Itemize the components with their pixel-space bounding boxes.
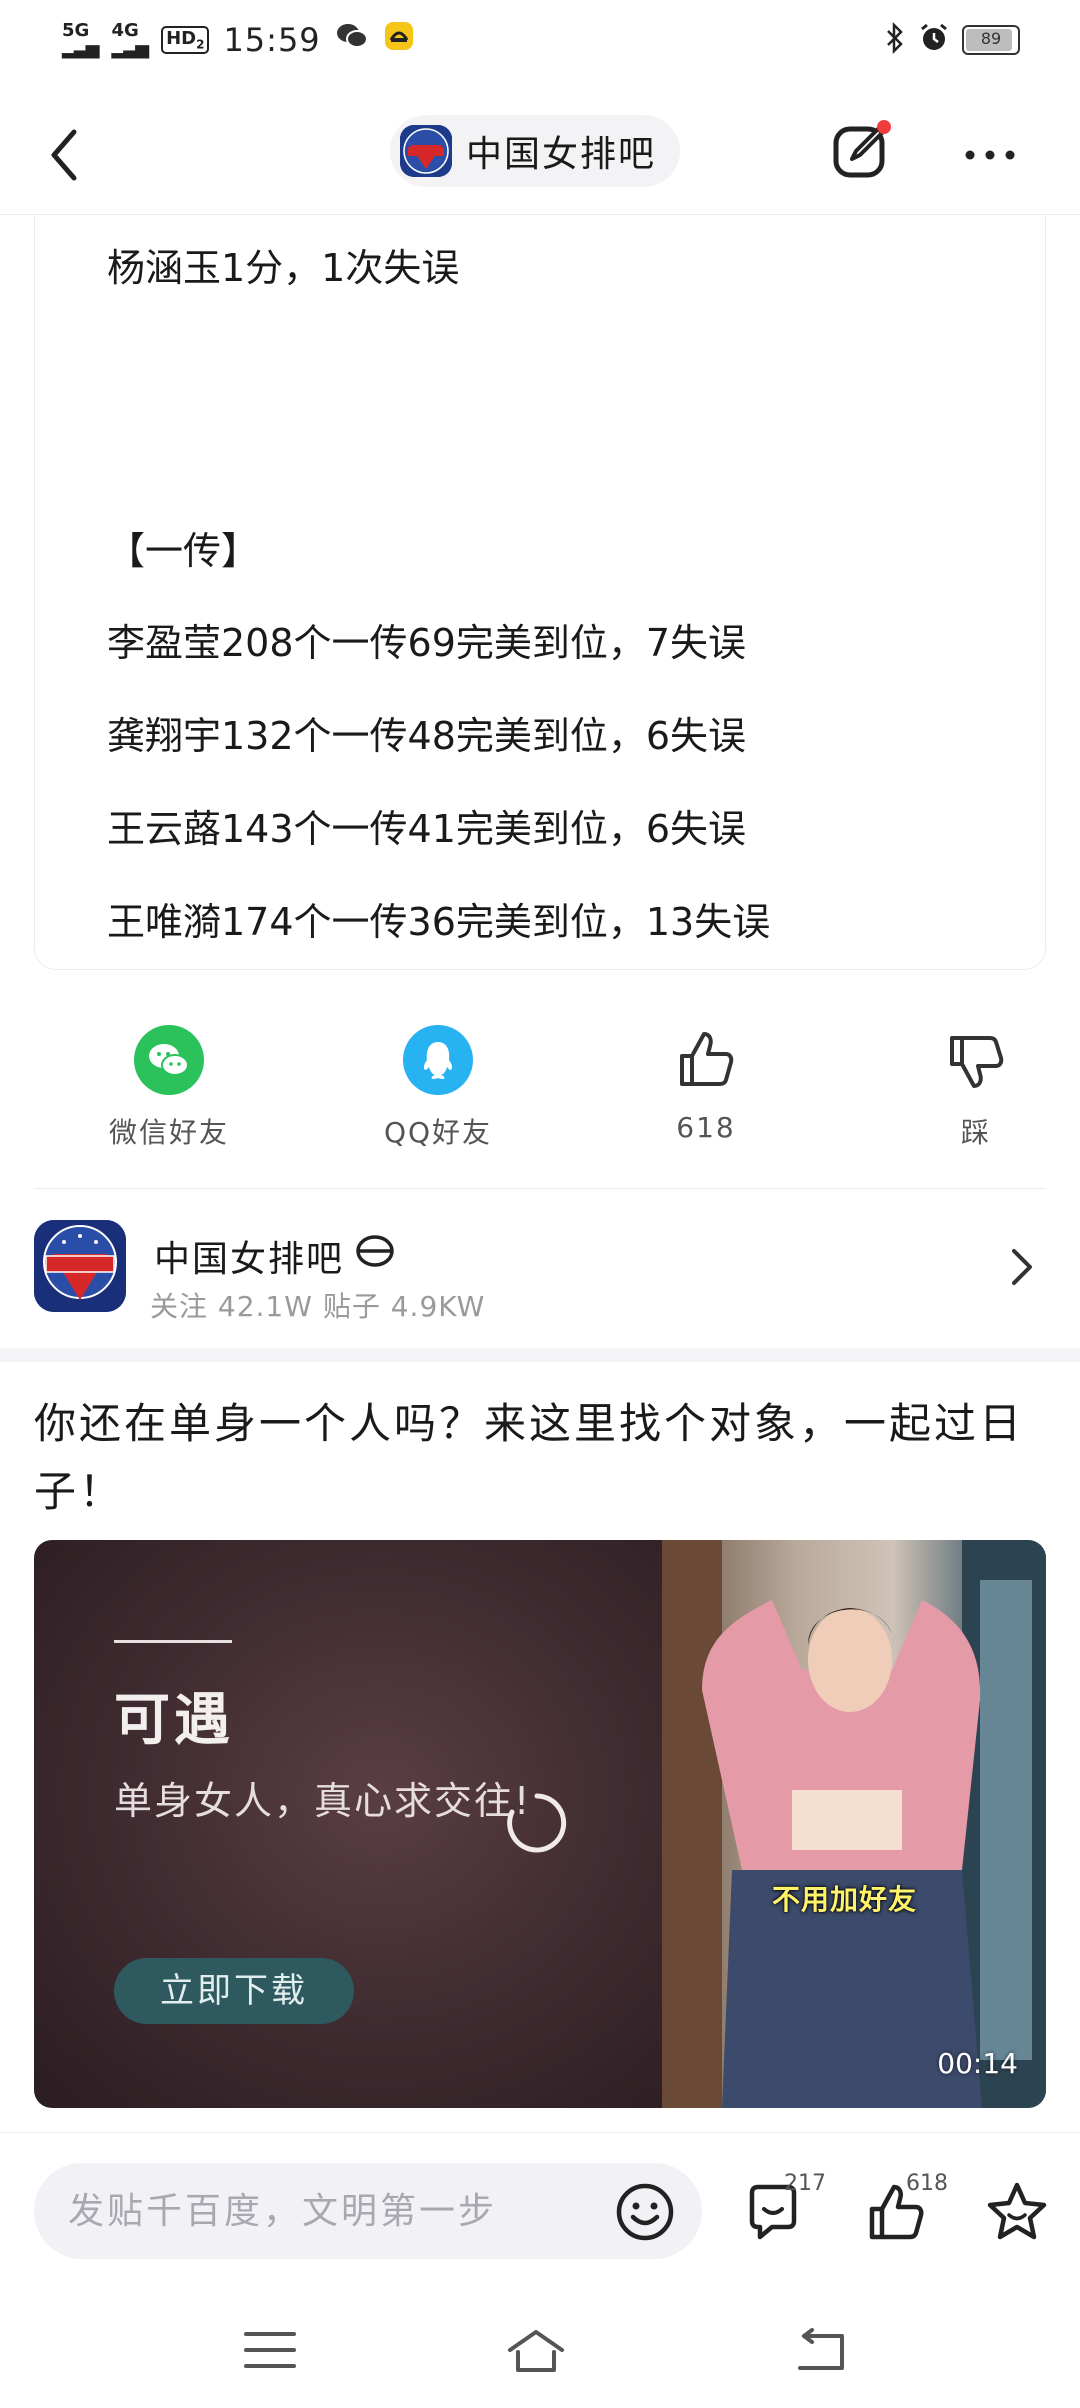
- ad-brand: 可遇: [114, 1688, 234, 1753]
- status-bar: 5G ▂▃▅ 4G ▂▃▅ HD2 15:59 89: [0, 0, 1080, 80]
- like-bar-button[interactable]: 618: [864, 2171, 948, 2247]
- divider: [34, 1188, 1046, 1189]
- home-icon: [508, 2330, 564, 2372]
- edit-icon: [833, 120, 891, 178]
- post-line: 龚翔宇132个一传48完美到位，6失误: [107, 714, 747, 758]
- post-line: 【一传】: [107, 529, 260, 573]
- hd-badge: HD2: [161, 26, 210, 54]
- signal-bars-icon: ▂▃▅: [62, 38, 100, 59]
- like-button[interactable]: 618: [606, 1015, 806, 1144]
- loading-spinner-icon: [504, 1790, 570, 1856]
- thumb-up-icon: [671, 1025, 741, 1095]
- more-button[interactable]: [960, 125, 1020, 185]
- ad-title[interactable]: 你还在单身一个人吗？来这里找个对象，一起过日子！: [34, 1390, 1046, 1526]
- star-icon: [987, 2182, 1047, 2240]
- status-time: 15:59: [223, 21, 321, 59]
- section-separator: [0, 1348, 1080, 1362]
- ad-media[interactable]: 可遇 单身女人，真心求交往! 立即下载 不用加好友 00:14: [34, 1540, 1046, 2108]
- emoji-icon: [616, 2183, 674, 2241]
- like-bar-count: 618: [906, 2171, 948, 2196]
- bottom-bar: 217 618: [0, 2132, 1080, 2292]
- ad-video-thumbnail: [662, 1540, 1046, 2108]
- signal-4g: 4G ▂▃▅: [111, 22, 150, 59]
- like-count: 618: [676, 1111, 736, 1144]
- signal-bars-icon: ▂▃▅: [111, 38, 150, 59]
- share-wechat-button[interactable]: 微信好友: [69, 1015, 269, 1151]
- forum-logo: [400, 125, 452, 177]
- wechat-icon: [134, 1025, 204, 1095]
- status-left: 5G ▂▃▅ 4G ▂▃▅ HD2 15:59: [62, 18, 415, 62]
- comment-button[interactable]: 217: [742, 2171, 826, 2247]
- ad-video-caption: 不用加好友: [772, 1883, 918, 1916]
- emoji-button[interactable]: [614, 2181, 676, 2243]
- favorite-button[interactable]: [982, 2177, 1052, 2247]
- hd-sub: 2: [196, 37, 205, 52]
- app-notify-icon: [383, 20, 415, 60]
- back-nav-icon: [798, 2328, 844, 2370]
- forum-logo: [34, 1220, 126, 1312]
- menu-icon: [244, 2332, 296, 2368]
- bluetooth-icon: [884, 21, 906, 58]
- dislike-button[interactable]: 踩: [876, 1015, 1076, 1151]
- forum-chip[interactable]: 中国女排吧: [390, 115, 681, 187]
- home-button[interactable]: [506, 2320, 566, 2380]
- share-wechat-label: 微信好友: [108, 1116, 229, 1149]
- post-line: 李盈莹208个一传69完美到位，7失误: [107, 621, 747, 665]
- forum-stats: 关注 42.1W 贴子 4.9KW: [150, 1290, 486, 1323]
- reply-input[interactable]: [34, 2163, 702, 2259]
- system-nav: [0, 2292, 1080, 2408]
- dislike-label: 踩: [960, 1116, 991, 1149]
- post-line: 王云蕗143个一传41完美到位，6失误: [107, 807, 747, 851]
- alarm-icon: [918, 22, 950, 58]
- forum-name: 中国女排吧: [466, 134, 657, 175]
- forum-card-name: 中国女排吧: [154, 1239, 345, 1280]
- forum-badge-icon: [354, 1230, 396, 1272]
- ad-banner: 可遇 单身女人，真心求交往! 立即下载: [34, 1540, 662, 2108]
- more-icon: [965, 150, 1015, 160]
- post-line: 杨涵玉1分，1次失误: [107, 246, 460, 290]
- back-icon: [51, 129, 77, 181]
- ad-video[interactable]: 不用加好友 00:14: [662, 1540, 1046, 2108]
- ad-rule: [114, 1640, 232, 1643]
- back-button[interactable]: [40, 120, 100, 190]
- battery-level: 89: [980, 29, 1002, 48]
- battery-icon: 89: [962, 25, 1020, 55]
- comment-count: 217: [784, 2171, 826, 2196]
- signal-5g: 5G ▂▃▅: [62, 22, 100, 59]
- wechat-notify-icon: [335, 21, 369, 59]
- back-nav-button[interactable]: [790, 2320, 850, 2380]
- share-qq-label: QQ好友: [383, 1116, 493, 1149]
- forum-card[interactable]: 中国女排吧 关注 42.1W 贴子 4.9KW: [34, 1210, 1046, 1323]
- share-qq-button[interactable]: QQ好友: [338, 1015, 538, 1151]
- qq-icon: [403, 1025, 473, 1095]
- hd-label: HD: [166, 28, 197, 50]
- edit-button[interactable]: [826, 115, 898, 187]
- post-content: 杨涵玉1分，1次失误 【一传】 李盈莹208个一传69完美到位，7失误 龚翔宇1…: [34, 215, 1046, 970]
- thumb-down-icon: [941, 1025, 1011, 1095]
- top-nav: 中国女排吧: [0, 95, 1080, 215]
- ad-video-duration: 00:14: [937, 2047, 1018, 2080]
- post-line: 王唯漪174个一传36完美到位，13失误: [107, 900, 771, 944]
- ad-download-button[interactable]: 立即下载: [114, 1958, 354, 2024]
- share-row: 微信好友 QQ好友 618 踩: [34, 1015, 1046, 1175]
- menu-button[interactable]: [240, 2320, 300, 2380]
- chevron-right-icon: [1006, 1245, 1036, 1289]
- ad-slogan: 单身女人，真心求交往!: [114, 1779, 532, 1823]
- status-right: 89: [884, 18, 1020, 62]
